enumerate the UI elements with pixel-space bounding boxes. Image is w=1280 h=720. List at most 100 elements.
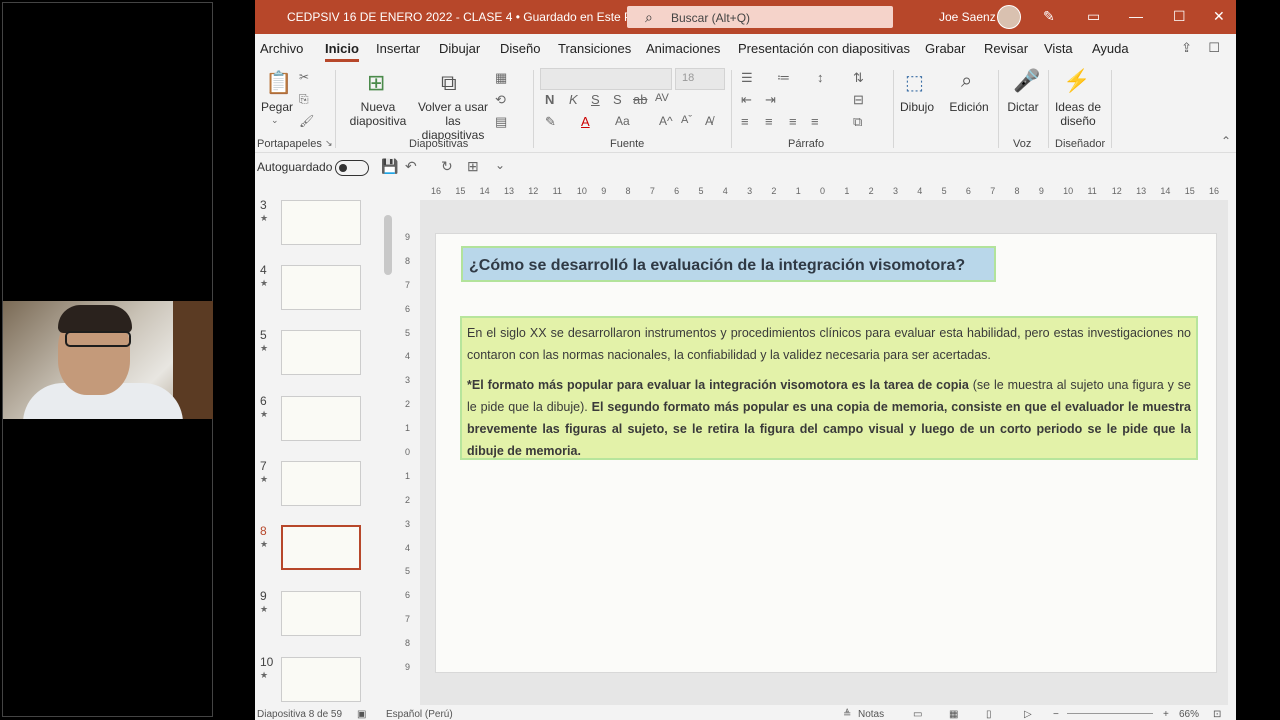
slide-thumbnail-10[interactable] [281,657,361,702]
slide-body-box[interactable]: En el siglo XX se desarrollaron instrume… [460,316,1198,460]
editing-button[interactable]: Edición [945,100,993,114]
bold-icon[interactable]: N [545,92,554,107]
slideshow-view-icon[interactable]: ▷ [1024,709,1032,720]
tab-diseno[interactable]: Diseño [500,41,540,56]
align-text-icon[interactable]: ⊟ [853,92,864,108]
shrink-font-icon[interactable]: Aˇ [681,114,692,126]
pen-icon[interactable]: ✎ [1043,8,1055,25]
align-left-icon[interactable]: ≡ [741,114,749,129]
close-icon[interactable]: ✕ [1213,8,1225,25]
redo-icon[interactable]: ↻ [441,158,453,175]
line-spacing-icon[interactable]: ↕ [817,70,824,85]
numbering-icon[interactable]: ≔ [777,70,790,86]
tab-ayuda[interactable]: Ayuda [1092,41,1129,56]
font-color-icon[interactable]: A [581,114,590,129]
slide-title-box[interactable]: ¿Cómo se desarrolló la evaluación de la … [461,246,996,282]
tab-insertar[interactable]: Insertar [376,41,420,56]
slide-canvas[interactable]: ¿Cómo se desarrolló la evaluación de la … [435,233,1217,673]
tab-vista[interactable]: Vista [1044,41,1073,56]
zoom-slider[interactable] [1067,713,1153,714]
voice-group-label: Voz [1013,138,1032,150]
italic-icon[interactable]: K [569,92,578,107]
format-painter-icon[interactable]: 🖌 [299,114,314,128]
reuse-slides-button[interactable]: Volver a usar las diapositivas [415,100,491,142]
font-name-dropdown[interactable] [540,68,672,90]
design-ideas-button[interactable]: Ideas de diseño [1053,100,1103,128]
minimize-icon[interactable]: — [1129,8,1143,24]
text-direction-icon[interactable]: ⇅ [853,70,864,86]
decrease-indent-icon[interactable]: ⇤ [741,92,752,108]
tab-animaciones[interactable]: Animaciones [646,41,720,56]
ruler-tick-label: 11 [552,186,562,196]
quick-access-toolbar: Autoguardado 💾 ↶ ↻ ⊞ ⌄ [255,153,1236,181]
strikethrough-icon[interactable]: ab [633,92,647,107]
search-box[interactable]: ⌕ Buscar (Alt+Q) [627,6,893,28]
scrollbar-thumb[interactable] [384,215,392,275]
slide-thumbnail-6[interactable] [281,396,361,441]
underline-icon[interactable]: S [591,92,600,107]
slide-thumbnail-9[interactable] [281,591,361,636]
copy-icon[interactable]: ⎘ [299,92,309,107]
ruler-tick-label: 7 [990,186,996,196]
align-right-icon[interactable]: ≡ [789,114,797,129]
tab-presentacion[interactable]: Presentación con diapositivas [738,41,910,56]
font-size-dropdown[interactable]: 18 [675,68,725,90]
paste-button[interactable]: Pegar [261,100,293,114]
normal-view-icon[interactable]: ▭ [913,709,922,720]
clear-format-icon[interactable]: A̸ [705,114,713,128]
present-icon[interactable]: ⊞ [467,158,479,175]
drawing-button[interactable]: Dibujo [895,100,939,114]
notes-button[interactable]: Notas [858,709,884,720]
user-name[interactable]: Joe Saenz [939,10,996,24]
grow-font-icon[interactable]: A^ [659,114,673,128]
smartart-icon[interactable]: ⧉ [853,114,862,130]
drawing-icon: ⬚ [905,72,924,94]
undo-icon[interactable]: ↶ [405,158,417,175]
customize-qat-icon[interactable]: ⌄ [495,158,505,172]
sorter-view-icon[interactable]: ▦ [949,709,958,720]
highlight-icon[interactable]: ✎ [545,114,556,130]
align-center-icon[interactable]: ≡ [765,114,773,129]
new-slide-button[interactable]: Nueva diapositiva [343,100,413,128]
zoom-in-icon[interactable]: + [1163,709,1169,720]
dialog-launcher-icon[interactable]: ↘ [325,138,333,149]
layout-icon[interactable]: ▦ [495,70,507,86]
section-icon[interactable]: ▤ [495,114,507,130]
reset-icon[interactable]: ⟲ [495,92,506,108]
fit-slide-icon[interactable]: ⊡ [1213,709,1221,720]
justify-icon[interactable]: ≡ [811,114,819,129]
tab-transiciones[interactable]: Transiciones [558,41,631,56]
share-icon[interactable]: ⇪ [1181,40,1192,56]
slide-thumbnail-3[interactable] [281,200,361,245]
bullets-icon[interactable]: ☰ [741,70,753,86]
zoom-level[interactable]: 66% [1179,709,1199,720]
spacing-icon[interactable]: AV [655,92,669,104]
shadow-icon[interactable]: S [613,92,622,107]
comment-icon[interactable]: ☐ [1208,40,1220,56]
autosave-toggle[interactable] [335,160,369,176]
slide-thumbnail-4[interactable] [281,265,361,310]
tab-grabar[interactable]: Grabar [925,41,965,56]
spellcheck-icon[interactable]: ▣ [357,709,366,720]
reading-view-icon[interactable]: ▯ [986,709,992,720]
change-case-icon[interactable]: Aa [615,114,630,128]
ribbon-display-icon[interactable]: ▭ [1087,8,1100,25]
save-icon[interactable]: 💾 [381,158,398,175]
dictate-button[interactable]: Dictar [1003,100,1043,114]
avatar[interactable] [997,5,1021,29]
tab-inicio[interactable]: Inicio [325,41,359,62]
tab-archivo[interactable]: Archivo [260,41,303,56]
zoom-out-icon[interactable]: − [1053,709,1059,720]
maximize-icon[interactable]: ☐ [1173,8,1186,25]
thumbnails-scrollbar[interactable] [383,185,393,705]
cut-icon[interactable]: ✂ [299,70,309,84]
increase-indent-icon[interactable]: ⇥ [765,92,776,108]
tab-revisar[interactable]: Revisar [984,41,1028,56]
tab-dibujar[interactable]: Dibujar [439,41,480,56]
slide-thumbnail-5[interactable] [281,330,361,375]
collapse-ribbon-icon[interactable]: ⌃ [1221,134,1231,148]
document-title[interactable]: CEDPSIV 16 DE ENERO 2022 - CLASE 4 • Gua… [287,10,654,24]
language-indicator[interactable]: Español (Perú) [386,709,453,720]
slide-thumbnail-7[interactable] [281,461,361,506]
slide-thumbnail-8-selected[interactable] [281,525,361,570]
